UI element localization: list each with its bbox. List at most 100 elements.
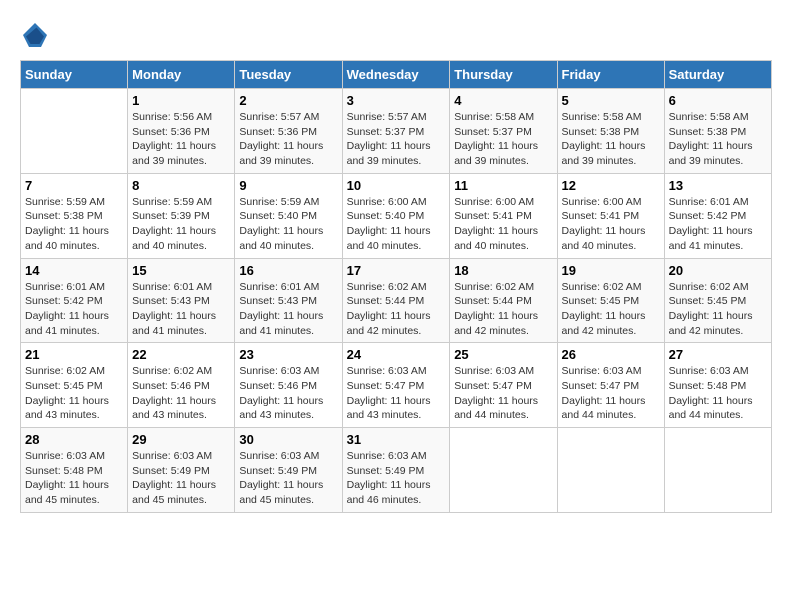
day-info: Sunrise: 6:03 AM Sunset: 5:49 PM Dayligh… — [239, 449, 337, 508]
day-info: Sunrise: 6:03 AM Sunset: 5:48 PM Dayligh… — [669, 364, 767, 423]
column-header-wednesday: Wednesday — [342, 61, 450, 89]
day-number: 1 — [132, 93, 230, 108]
day-info: Sunrise: 6:03 AM Sunset: 5:47 PM Dayligh… — [347, 364, 446, 423]
calendar-cell: 1 Sunrise: 5:56 AM Sunset: 5:36 PM Daylig… — [128, 89, 235, 174]
calendar-cell: 6Sunrise: 5:58 AM Sunset: 5:38 PM Daylig… — [664, 89, 771, 174]
calendar-cell: 31Sunrise: 6:03 AM Sunset: 5:49 PM Dayli… — [342, 428, 450, 513]
calendar-cell: 12 Sunrise: 6:00 AM Sunset: 5:41 PM Dayli… — [557, 173, 664, 258]
day-number: 25 — [454, 347, 552, 362]
column-header-sunday: Sunday — [21, 61, 128, 89]
calendar-cell — [557, 428, 664, 513]
day-info: Sunrise: 6:03 AM Sunset: 5:47 PM Dayligh… — [454, 364, 552, 423]
calendar-cell — [21, 89, 128, 174]
day-number: 21 — [25, 347, 123, 362]
calendar-cell: 17 Sunrise: 6:02 AM Sunset: 5:44 PM Dayli… — [342, 258, 450, 343]
day-info: Sunrise: 5:59 AM Sunset: 5:39 PM Dayligh… — [132, 195, 230, 254]
day-number: 8 — [132, 178, 230, 193]
day-info: Sunrise: 6:00 AM Sunset: 5:40 PM Dayligh… — [347, 195, 446, 254]
day-info: Sunrise: 6:02 AM Sunset: 5:45 PM Dayligh… — [25, 364, 123, 423]
day-number: 19 — [562, 263, 660, 278]
calendar-week-row: 7 Sunrise: 5:59 AM Sunset: 5:38 PM Daylig… — [21, 173, 772, 258]
day-number: 17 — [347, 263, 446, 278]
calendar-cell: 13 Sunrise: 6:01 AM Sunset: 5:42 PM Dayli… — [664, 173, 771, 258]
calendar-cell: 15 Sunrise: 6:01 AM Sunset: 5:43 PM Dayli… — [128, 258, 235, 343]
day-number: 12 — [562, 178, 660, 193]
column-header-friday: Friday — [557, 61, 664, 89]
day-info: Sunrise: 5:57 AM Sunset: 5:36 PM Dayligh… — [239, 110, 337, 169]
day-number: 14 — [25, 263, 123, 278]
day-number: 7 — [25, 178, 123, 193]
day-info: Sunrise: 5:56 AM Sunset: 5:36 PM Dayligh… — [132, 110, 230, 169]
day-number: 6 — [669, 93, 767, 108]
day-info: Sunrise: 6:01 AM Sunset: 5:42 PM Dayligh… — [669, 195, 767, 254]
day-number: 4 — [454, 93, 552, 108]
calendar-cell: 30 Sunrise: 6:03 AM Sunset: 5:49 PM Dayli… — [235, 428, 342, 513]
day-info: Sunrise: 6:00 AM Sunset: 5:41 PM Dayligh… — [562, 195, 660, 254]
day-number: 30 — [239, 432, 337, 447]
calendar-cell: 3Sunrise: 5:57 AM Sunset: 5:37 PM Daylig… — [342, 89, 450, 174]
day-info: Sunrise: 6:01 AM Sunset: 5:43 PM Dayligh… — [239, 280, 337, 339]
column-header-tuesday: Tuesday — [235, 61, 342, 89]
day-info: Sunrise: 6:02 AM Sunset: 5:44 PM Dayligh… — [454, 280, 552, 339]
day-number: 10 — [347, 178, 446, 193]
day-number: 13 — [669, 178, 767, 193]
day-info: Sunrise: 6:02 AM Sunset: 5:46 PM Dayligh… — [132, 364, 230, 423]
column-header-thursday: Thursday — [450, 61, 557, 89]
day-number: 9 — [239, 178, 337, 193]
day-info: Sunrise: 6:01 AM Sunset: 5:43 PM Dayligh… — [132, 280, 230, 339]
calendar-cell: 11Sunrise: 6:00 AM Sunset: 5:41 PM Dayli… — [450, 173, 557, 258]
day-info: Sunrise: 6:01 AM Sunset: 5:42 PM Dayligh… — [25, 280, 123, 339]
calendar-cell: 2Sunrise: 5:57 AM Sunset: 5:36 PM Daylig… — [235, 89, 342, 174]
calendar-cell — [664, 428, 771, 513]
calendar-cell: 21 Sunrise: 6:02 AM Sunset: 5:45 PM Dayli… — [21, 343, 128, 428]
calendar-week-row: 14 Sunrise: 6:01 AM Sunset: 5:42 PM Dayli… — [21, 258, 772, 343]
day-number: 31 — [347, 432, 446, 447]
calendar-cell: 24Sunrise: 6:03 AM Sunset: 5:47 PM Dayli… — [342, 343, 450, 428]
calendar-cell: 25 Sunrise: 6:03 AM Sunset: 5:47 PM Dayli… — [450, 343, 557, 428]
calendar-cell: 19 Sunrise: 6:02 AM Sunset: 5:45 PM Dayli… — [557, 258, 664, 343]
day-number: 18 — [454, 263, 552, 278]
day-number: 20 — [669, 263, 767, 278]
generalblue-logo-icon — [20, 20, 50, 50]
page-header — [20, 20, 772, 50]
day-info: Sunrise: 5:58 AM Sunset: 5:38 PM Dayligh… — [562, 110, 660, 169]
day-info: Sunrise: 6:03 AM Sunset: 5:49 PM Dayligh… — [132, 449, 230, 508]
day-number: 15 — [132, 263, 230, 278]
calendar-cell: 23 Sunrise: 6:03 AM Sunset: 5:46 PM Dayli… — [235, 343, 342, 428]
day-number: 3 — [347, 93, 446, 108]
day-info: Sunrise: 5:59 AM Sunset: 5:40 PM Dayligh… — [239, 195, 337, 254]
calendar-cell: 9 Sunrise: 5:59 AM Sunset: 5:40 PM Daylig… — [235, 173, 342, 258]
calendar-week-row: 1 Sunrise: 5:56 AM Sunset: 5:36 PM Daylig… — [21, 89, 772, 174]
day-number: 27 — [669, 347, 767, 362]
calendar-cell: 20 Sunrise: 6:02 AM Sunset: 5:45 PM Dayli… — [664, 258, 771, 343]
day-info: Sunrise: 6:03 AM Sunset: 5:46 PM Dayligh… — [239, 364, 337, 423]
calendar-week-row: 21 Sunrise: 6:02 AM Sunset: 5:45 PM Dayli… — [21, 343, 772, 428]
calendar-cell: 27 Sunrise: 6:03 AM Sunset: 5:48 PM Dayli… — [664, 343, 771, 428]
calendar-header-row: SundayMondayTuesdayWednesdayThursdayFrid… — [21, 61, 772, 89]
logo — [20, 20, 54, 50]
day-number: 23 — [239, 347, 337, 362]
day-info: Sunrise: 6:03 AM Sunset: 5:47 PM Dayligh… — [562, 364, 660, 423]
day-number: 28 — [25, 432, 123, 447]
column-header-monday: Monday — [128, 61, 235, 89]
day-number: 29 — [132, 432, 230, 447]
calendar-cell: 7 Sunrise: 5:59 AM Sunset: 5:38 PM Daylig… — [21, 173, 128, 258]
calendar-cell: 8 Sunrise: 5:59 AM Sunset: 5:39 PM Daylig… — [128, 173, 235, 258]
day-info: Sunrise: 6:02 AM Sunset: 5:44 PM Dayligh… — [347, 280, 446, 339]
calendar-cell: 26Sunrise: 6:03 AM Sunset: 5:47 PM Dayli… — [557, 343, 664, 428]
column-header-saturday: Saturday — [664, 61, 771, 89]
calendar-cell: 10 Sunrise: 6:00 AM Sunset: 5:40 PM Dayli… — [342, 173, 450, 258]
calendar-week-row: 28 Sunrise: 6:03 AM Sunset: 5:48 PM Dayli… — [21, 428, 772, 513]
day-number: 11 — [454, 178, 552, 193]
calendar-cell: 28 Sunrise: 6:03 AM Sunset: 5:48 PM Dayli… — [21, 428, 128, 513]
day-info: Sunrise: 6:02 AM Sunset: 5:45 PM Dayligh… — [669, 280, 767, 339]
calendar-cell: 14 Sunrise: 6:01 AM Sunset: 5:42 PM Dayli… — [21, 258, 128, 343]
calendar-table: SundayMondayTuesdayWednesdayThursdayFrid… — [20, 60, 772, 513]
calendar-cell: 5 Sunrise: 5:58 AM Sunset: 5:38 PM Daylig… — [557, 89, 664, 174]
day-info: Sunrise: 5:59 AM Sunset: 5:38 PM Dayligh… — [25, 195, 123, 254]
day-info: Sunrise: 5:58 AM Sunset: 5:37 PM Dayligh… — [454, 110, 552, 169]
day-number: 22 — [132, 347, 230, 362]
day-info: Sunrise: 6:02 AM Sunset: 5:45 PM Dayligh… — [562, 280, 660, 339]
day-info: Sunrise: 6:03 AM Sunset: 5:48 PM Dayligh… — [25, 449, 123, 508]
day-number: 5 — [562, 93, 660, 108]
